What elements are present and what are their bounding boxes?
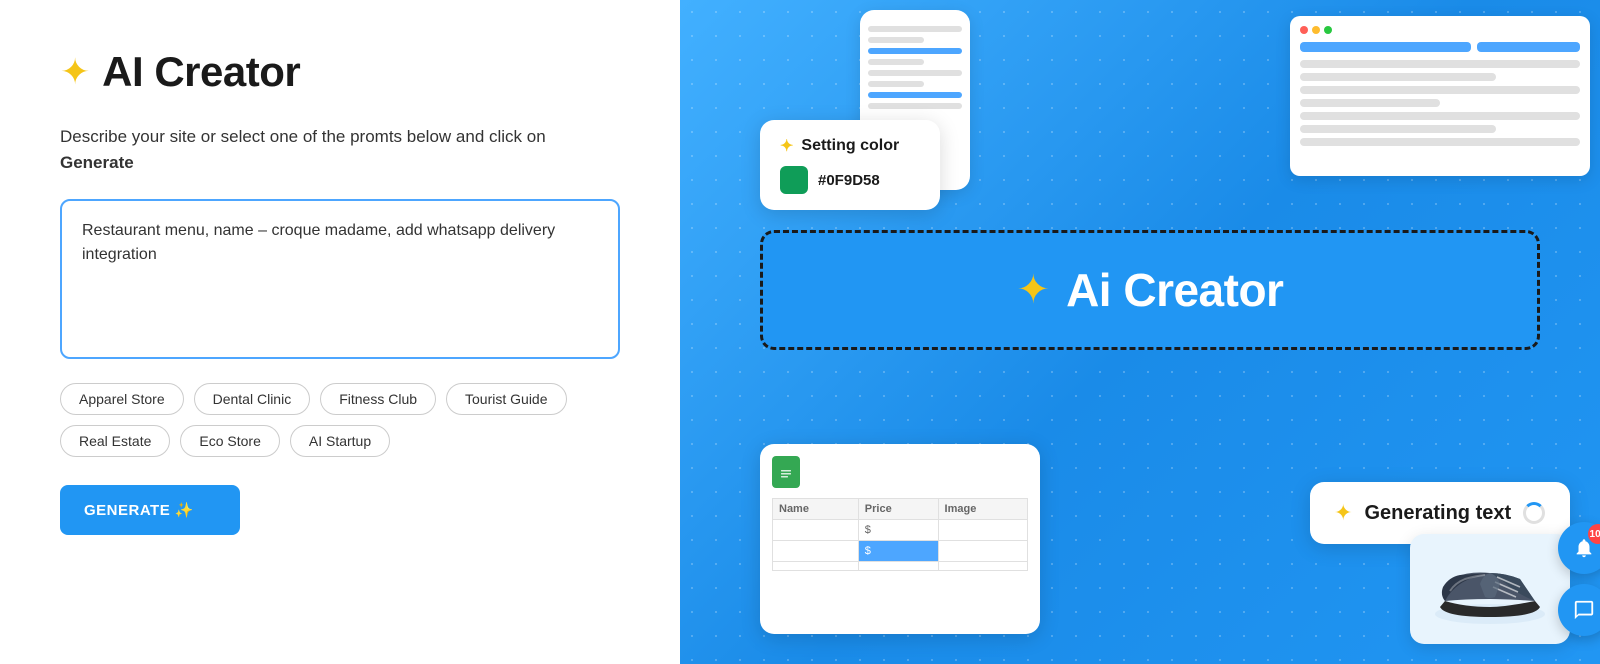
- loading-spinner: [1523, 502, 1545, 524]
- phone-line-7: [868, 92, 962, 98]
- phone-line-1: [868, 26, 962, 32]
- browser-dots: [1300, 26, 1580, 34]
- dot-yellow: [1312, 26, 1320, 34]
- banner-text: Ai Creator: [1066, 263, 1283, 317]
- sheet-col-price: Price: [858, 499, 938, 520]
- chip-dental-clinic[interactable]: Dental Clinic: [194, 383, 311, 415]
- phone-line-8: [868, 103, 962, 109]
- setting-sparkle-icon: ✦: [780, 136, 793, 156]
- chip-fitness-club[interactable]: Fitness Club: [320, 383, 436, 415]
- sheet-row-2: $: [773, 541, 1028, 562]
- browser-line-2: [1300, 73, 1496, 81]
- sheet-header: [772, 456, 1028, 488]
- browser-bar-2: [1477, 42, 1580, 52]
- browser-bar-1: [1300, 42, 1471, 52]
- browser-line-1: [1300, 60, 1580, 68]
- sheet-row-3: [773, 562, 1028, 571]
- chip-ai-startup[interactable]: AI Startup: [290, 425, 390, 457]
- title-row: ✦ AI Creator: [60, 48, 620, 96]
- color-swatch: [780, 166, 808, 194]
- browser-line-7: [1300, 138, 1580, 146]
- right-panel: ✦ Setting color #0F9D58 ✦: [680, 0, 1600, 664]
- description-bold: Generate: [60, 153, 134, 172]
- sheet-cell-price-3: [858, 562, 938, 571]
- shoe-illustration: [1425, 549, 1555, 629]
- color-row: #0F9D58: [780, 166, 920, 194]
- setting-color-card: ✦ Setting color #0F9D58: [760, 120, 940, 210]
- color-hex-value: #0F9D58: [818, 172, 880, 189]
- browser-line-5: [1300, 112, 1580, 120]
- sheet-cell-price-2: $: [858, 541, 938, 562]
- prompt-input[interactable]: Restaurant menu, name – croque madame, a…: [60, 199, 620, 359]
- browser-toolbar: [1300, 42, 1580, 52]
- sheet-table: Name Price Image $ $: [772, 498, 1028, 571]
- sheet-col-name: Name: [773, 499, 859, 520]
- description-text: Describe your site or select one of the …: [60, 124, 620, 175]
- sheet-col-image: Image: [938, 499, 1027, 520]
- chat-icon: [1573, 599, 1595, 621]
- sheet-cell-name-3: [773, 562, 859, 571]
- shoe-image-card: [1410, 534, 1570, 644]
- browser-line-6: [1300, 125, 1496, 133]
- generating-text: Generating text: [1364, 502, 1511, 525]
- dot-red: [1300, 26, 1308, 34]
- browser-line-4: [1300, 99, 1440, 107]
- ai-creator-banner: ✦ Ai Creator: [760, 230, 1540, 350]
- sheet-cell-name-2: [773, 541, 859, 562]
- chip-real-estate[interactable]: Real Estate: [60, 425, 170, 457]
- dot-green: [1324, 26, 1332, 34]
- phone-content: [868, 26, 962, 109]
- sheet-cell-image-3: [938, 562, 1027, 571]
- setting-color-label: Setting color: [801, 137, 899, 155]
- browser-mockup: [1290, 16, 1590, 176]
- sheet-cell-name-1: [773, 520, 859, 541]
- sheet-row-1: $: [773, 520, 1028, 541]
- banner-sparkle-icon: ✦: [1017, 267, 1051, 313]
- sparkle-icon: ✦: [60, 51, 90, 93]
- setting-color-title: ✦ Setting color: [780, 136, 920, 156]
- phone-line-3: [868, 48, 962, 54]
- phone-line-4: [868, 59, 924, 65]
- sheet-cell-price-1: $: [858, 520, 938, 541]
- spreadsheet-card: Name Price Image $ $: [760, 444, 1040, 634]
- sheet-cell-image-1: [938, 520, 1027, 541]
- browser-line-3: [1300, 86, 1580, 94]
- generate-button[interactable]: GENERATE ✨: [60, 485, 240, 535]
- left-panel: ✦ AI Creator Describe your site or selec…: [0, 0, 680, 664]
- chip-apparel-store[interactable]: Apparel Store: [60, 383, 184, 415]
- generating-sparkle-icon: ✦: [1334, 500, 1352, 526]
- sheet-cell-image-2: [938, 541, 1027, 562]
- browser-lines: [1300, 60, 1580, 146]
- chip-tourist-guide[interactable]: Tourist Guide: [446, 383, 566, 415]
- description-part1: Describe your site or select one of the …: [60, 127, 546, 146]
- phone-line-2: [868, 37, 924, 43]
- phone-line-5: [868, 70, 962, 76]
- prompt-chips: Apparel Store Dental Clinic Fitness Club…: [60, 383, 620, 457]
- spreadsheet-icon: [772, 456, 800, 488]
- phone-line-6: [868, 81, 924, 87]
- chip-eco-store[interactable]: Eco Store: [180, 425, 279, 457]
- page-title: AI Creator: [102, 48, 300, 96]
